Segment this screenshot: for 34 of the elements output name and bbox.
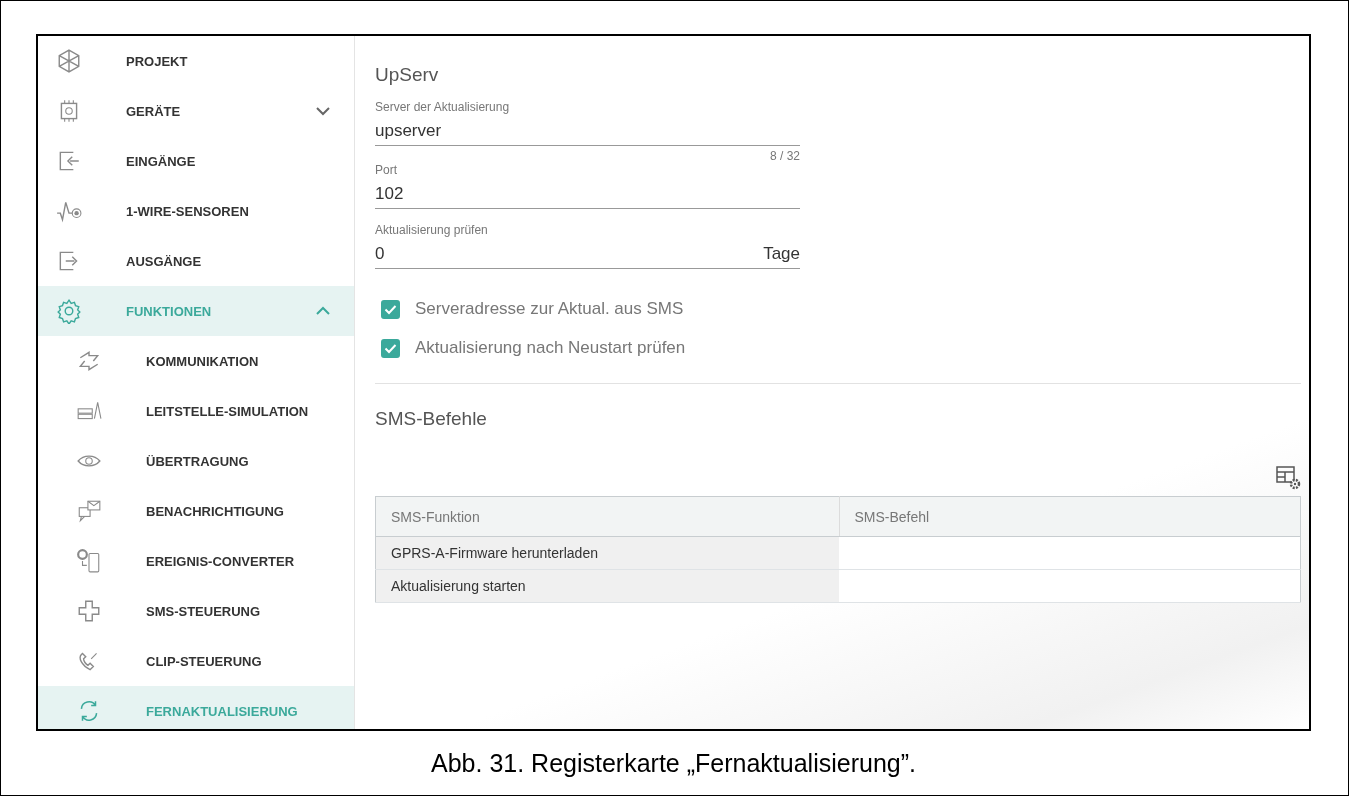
table-settings-icon[interactable]	[1275, 464, 1301, 490]
input-field[interactable]: Server der Aktualisierung upserver	[375, 100, 800, 146]
input-field[interactable]: Aktualisierung prüfen 0 Tage	[375, 223, 800, 269]
sidebar-item[interactable]: EREIGNIS-CONVERTER	[38, 536, 354, 586]
sidebar-item[interactable]: AUSGÄNGE	[38, 236, 354, 286]
input-field[interactable]: Port 102	[375, 163, 800, 209]
menu-icon	[76, 348, 102, 374]
menu-icon	[76, 598, 102, 624]
figure-caption: Abb. 31. Registerkarte „Fernaktualisierung”.	[430, 749, 917, 778]
sidebar-item[interactable]: EINGÄNGE	[38, 136, 354, 186]
sidebar-item[interactable]: ÜBERTRAGUNG	[38, 436, 354, 486]
column-header: SMS-Befehl	[839, 496, 1301, 537]
checkbox[interactable]	[381, 338, 400, 358]
table-cell: Aktualisierung starten	[375, 569, 839, 603]
character-counter: 8 / 32	[769, 149, 800, 163]
sidebar-item[interactable]: LEITSTELLE-SIMULATION	[38, 386, 354, 436]
sidebar-item[interactable]: CLIP-STEUERUNG	[38, 636, 354, 686]
sidebar-item[interactable]: SMS-STEUERUNG	[38, 586, 354, 636]
checkbox-label: Serveradresse zur Aktual. aus SMS	[415, 299, 684, 319]
section-title: UpServ	[375, 64, 440, 86]
checkbox-label: Aktualisierung nach Neustart prüfen	[415, 338, 686, 358]
sidebar-item[interactable]: PROJEKT	[38, 36, 354, 86]
sidebar-item[interactable]: BENACHRICHTIGUNG	[38, 486, 354, 536]
column-header: SMS-Funktion	[375, 496, 839, 537]
menu-icon	[56, 48, 82, 74]
menu-icon	[56, 298, 82, 324]
menu-icon	[76, 548, 102, 574]
table-cell: GPRS-A-Firmware herunterladen	[375, 536, 839, 570]
sidebar-item[interactable]: GERÄTE	[38, 86, 354, 136]
checkbox[interactable]	[381, 299, 400, 319]
section-title: SMS-Befehle	[375, 408, 488, 430]
sidebar-item[interactable]: 1-WIRE-SENSOREN	[38, 186, 354, 236]
menu-icon	[76, 498, 102, 524]
sidebar-item[interactable]: KOMMUNIKATION	[38, 336, 354, 386]
